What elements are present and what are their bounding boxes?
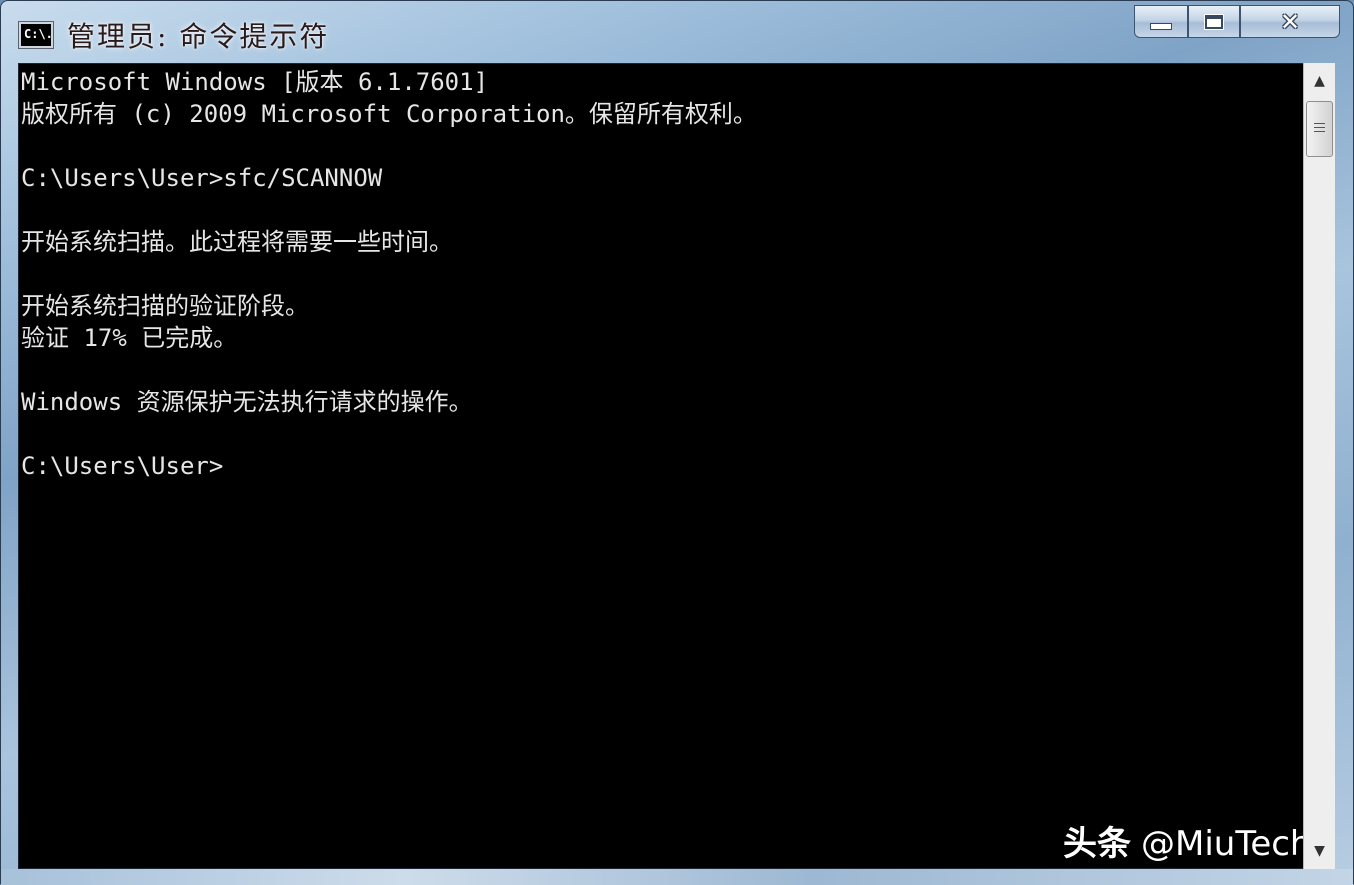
vertical-scrollbar[interactable]: ▲ ▼: [1303, 63, 1335, 869]
console-prompt-line[interactable]: C:\Users\User>: [21, 450, 757, 482]
minimize-button[interactable]: [1134, 5, 1188, 38]
scroll-down-arrow-icon[interactable]: ▼: [1304, 833, 1335, 869]
watermark-handle: @MiuTech: [1141, 824, 1304, 864]
console-output-area[interactable]: Microsoft Windows [版本 6.1.7601] 版权所有 (c)…: [18, 63, 1304, 869]
close-button[interactable]: ✕: [1240, 5, 1340, 38]
maximize-button[interactable]: [1188, 5, 1240, 38]
minimize-icon: [1150, 23, 1172, 30]
console-lines: Microsoft Windows [版本 6.1.7601] 版权所有 (c)…: [21, 66, 757, 482]
window-title: 管理员: 命令提示符: [67, 20, 330, 53]
watermark-prefix: 头条: [1063, 824, 1131, 864]
console-line: 开始系统扫描的验证阶段。: [21, 292, 309, 320]
console-line: 验证 17% 已完成。: [21, 324, 238, 352]
command-prompt-window: C:\. 管理员: 命令提示符 ✕ Microsoft Windows [版本 …: [0, 0, 1354, 885]
window-bottom-frame[interactable]: [1, 869, 1353, 885]
grip-icon: [1314, 123, 1325, 135]
console-line: 版权所有 (c) 2009 Microsoft Corporation。保留所有…: [21, 100, 757, 128]
close-icon: ✕: [1279, 7, 1301, 36]
watermark: 头条 @MiuTech: [1063, 816, 1304, 865]
scroll-up-arrow-icon[interactable]: ▲: [1304, 63, 1335, 99]
scroll-thumb[interactable]: [1306, 101, 1333, 157]
console-line: C:\Users\User>sfc/SCANNOW: [21, 164, 383, 192]
console-line: Microsoft Windows [版本 6.1.7601]: [21, 68, 489, 96]
console-line: 开始系统扫描。此过程将需要一些时间。: [21, 228, 453, 256]
maximize-icon: [1204, 13, 1224, 30]
console-line: Windows 资源保护无法执行请求的操作。: [21, 388, 473, 416]
cmd-app-icon[interactable]: C:\.: [18, 21, 54, 49]
title-bar[interactable]: C:\. 管理员: 命令提示符 ✕: [1, 1, 1353, 61]
